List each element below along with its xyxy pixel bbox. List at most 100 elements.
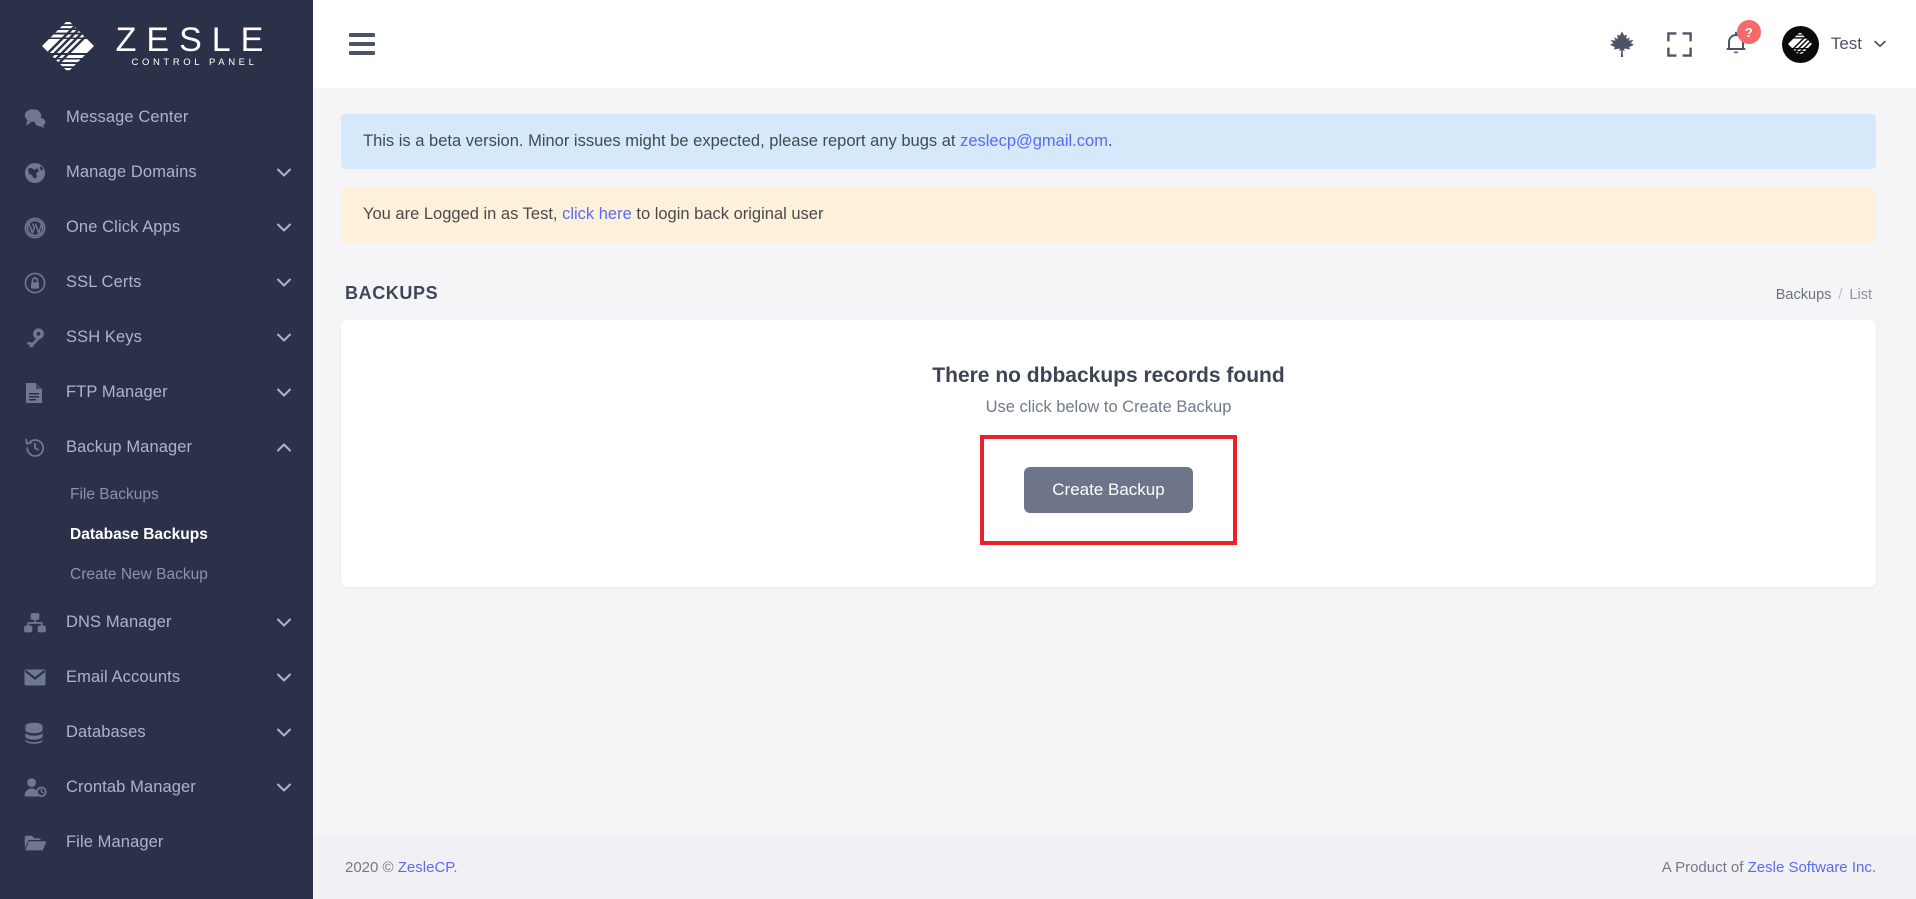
chevron-down-icon [277,331,291,345]
chevron-down-icon [277,616,291,630]
footer-product-suffix: . [1871,858,1876,876]
envelope-icon [24,664,54,692]
sidebar-item-label: Email Accounts [66,668,181,686]
sidebar-item-ssl-certs[interactable]: SSL Certs [0,255,313,310]
key-icon [24,324,54,352]
breadcrumb-separator: / [1838,286,1843,303]
footer-zeslecp-link[interactable]: ZesleCP [398,859,454,876]
sidebar-item-dns-manager[interactable]: DNS Manager [0,595,313,650]
bell-icon[interactable]: ? [1724,20,1761,57]
create-backup-highlight-box: Create Backup [980,434,1237,546]
breadcrumb: Backups / List [1776,287,1872,303]
sidebar-item-label: FTP Manager [66,383,168,401]
sidebar-item-ftp-manager[interactable]: FTP Manager [0,365,313,420]
zesle-diamond-logo-icon [40,18,96,74]
beta-notice-alert: This is a beta version. Minor issues mig… [341,114,1876,170]
user-name: Test [1830,34,1862,53]
main-area: ? Test This is a beta version. Minor iss… [313,0,1916,899]
impersonation-text-after: to login back original user [631,205,824,224]
chevron-up-icon [277,441,291,455]
chevron-down-icon [277,166,291,180]
avatar [1781,25,1819,63]
page-title: BACKUPS [345,282,439,303]
beta-notice-text-before: This is a beta version. Minor issues mig… [363,132,961,150]
footer-copyright-prefix: 2020 © [345,858,398,876]
sidebar-item-label: Message Center [66,108,189,126]
impersonation-click-here-link[interactable]: click here [562,205,632,223]
sidebar-item-backup-manager[interactable]: Backup Manager [0,420,313,475]
breadcrumb-current: List [1849,286,1872,303]
sidebar-item-label: One Click Apps [66,218,181,236]
page-header: BACKUPS Backups / List [341,261,1876,320]
chevron-down-icon [277,671,291,685]
backups-empty-card: There no dbbackups records found Use cli… [341,319,1876,588]
footer-copyright-suffix: . [453,858,458,876]
brand-subtitle: CONTROL PANEL [131,57,258,68]
footer-right: A Product of Zesle Software Inc. [1662,859,1876,876]
sidebar-item-one-click-apps[interactable]: One Click Apps [0,200,313,255]
globe-icon [24,159,54,187]
chevron-down-icon [277,726,291,740]
sidebar-item-manage-domains[interactable]: Manage Domains [0,145,313,200]
sidebar-item-label: Manage Domains [66,163,197,181]
sidebar-subitem-label: File Backups [70,486,159,503]
brand-logo[interactable]: ZESLE CONTROL PANEL [0,0,313,88]
sidebar-item-file-manager[interactable]: File Manager [0,815,313,870]
chevron-down-icon [277,781,291,795]
chevron-down-icon [277,221,291,235]
notifications-badge: ? [1736,20,1761,44]
sidebar: ZESLE CONTROL PANEL Message Center Manag… [0,0,313,899]
empty-state-title: There no dbbackups records found [932,363,1285,387]
chevron-down-icon [277,386,291,400]
footer-zesle-software-link[interactable]: Zesle Software Inc [1748,859,1872,876]
sidebar-item-label: SSH Keys [66,328,142,346]
canada-maple-leaf-icon[interactable] [1609,30,1635,58]
sidebar-item-crontab-manager[interactable]: Crontab Manager [0,760,313,815]
brand-title: ZESLE [115,21,274,59]
sidebar-item-label: Crontab Manager [66,778,196,796]
app-root: ZESLE CONTROL PANEL Message Center Manag… [0,0,1916,899]
beta-notice-email-link[interactable]: zeslecp@gmail.com [960,132,1108,150]
footer-product-prefix: A Product of [1661,858,1748,876]
database-icon [24,719,54,747]
folder-icon [24,829,54,857]
brand-text: ZESLE CONTROL PANEL [106,22,274,70]
chat-bubbles-icon [24,104,54,132]
topbar-actions: ? Test [1609,20,1886,63]
create-backup-button[interactable]: Create Backup [1024,466,1193,514]
fullscreen-expand-icon[interactable] [1667,31,1692,57]
sidebar-nav: Message Center Manage Domains One Click … [0,88,313,870]
sidebar-subitem-label: Database Backups [70,526,208,543]
empty-state-subtitle: Use click below to Create Backup [985,397,1232,416]
sidebar-item-message-center[interactable]: Message Center [0,90,313,145]
history-clock-icon [24,434,54,462]
breadcrumb-parent[interactable]: Backups [1776,287,1832,303]
wordpress-icon [24,214,54,242]
sidebar-item-label: Databases [66,723,146,741]
sidebar-subitem-database-backups[interactable]: Database Backups [0,515,313,555]
footer: 2020 © ZesleCP. A Product of Zesle Softw… [313,835,1916,899]
footer-left: 2020 © ZesleCP. [345,859,458,876]
sidebar-item-label: File Manager [66,833,164,851]
topbar: ? Test [313,0,1916,88]
sidebar-item-label: SSL Certs [66,273,142,291]
user-menu[interactable]: Test [1781,25,1886,63]
chevron-down-icon [1874,40,1886,48]
sidebar-item-label: DNS Manager [66,613,172,631]
document-icon [24,379,54,407]
sidebar-subitem-file-backups[interactable]: File Backups [0,475,313,515]
sidebar-item-label: Backup Manager [66,438,193,456]
sitemap-icon [24,609,54,637]
lock-shield-icon [24,269,54,297]
sidebar-item-email-accounts[interactable]: Email Accounts [0,650,313,705]
sidebar-subitem-create-new-backup[interactable]: Create New Backup [0,555,313,595]
page-content: This is a beta version. Minor issues mig… [313,88,1916,835]
sidebar-subitem-label: Create New Backup [70,566,208,583]
chevron-down-icon [277,276,291,290]
hamburger-icon[interactable] [349,33,375,55]
impersonation-alert: You are Logged in as Test, click here to… [341,187,1876,243]
sidebar-item-databases[interactable]: Databases [0,705,313,760]
impersonation-text-before: You are Logged in as Test, [363,205,563,224]
sidebar-item-ssh-keys[interactable]: SSH Keys [0,310,313,365]
user-clock-icon [24,774,54,802]
